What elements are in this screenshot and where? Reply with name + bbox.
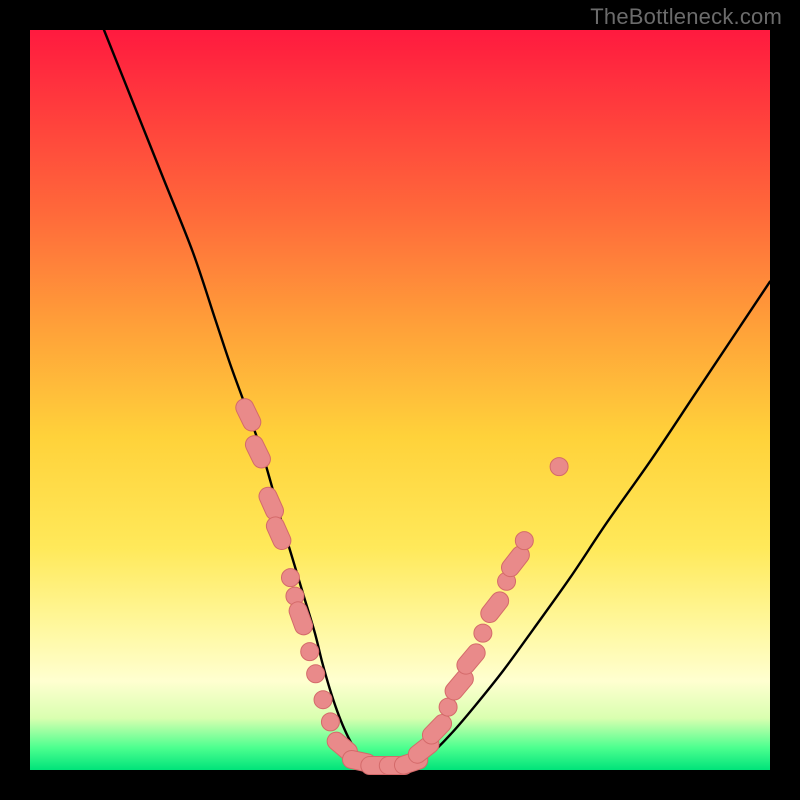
data-point — [439, 698, 457, 716]
data-capsule — [256, 484, 286, 522]
data-point — [515, 532, 533, 550]
data-point — [281, 569, 299, 587]
data-point — [314, 691, 332, 709]
data-capsule — [287, 599, 316, 637]
bottleneck-curve — [104, 30, 770, 767]
data-capsule — [233, 396, 264, 434]
data-point — [307, 665, 325, 683]
data-point — [301, 643, 319, 661]
data-point — [550, 458, 568, 476]
data-capsule — [477, 588, 512, 626]
data-capsule — [242, 433, 273, 471]
bottleneck-curve-path — [104, 30, 770, 767]
attribution-label: TheBottleneck.com — [590, 4, 782, 30]
chart-svg — [30, 30, 770, 770]
data-point — [321, 713, 339, 731]
data-point — [474, 624, 492, 642]
data-markers — [233, 396, 568, 777]
chart-frame: TheBottleneck.com — [0, 0, 800, 800]
